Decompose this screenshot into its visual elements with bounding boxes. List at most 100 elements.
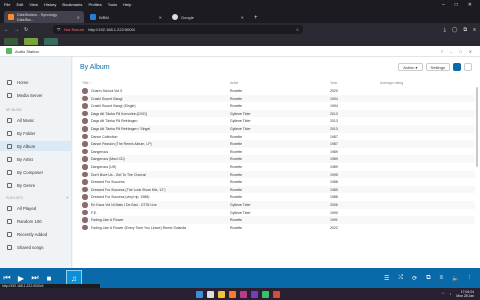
playlist-icon[interactable]: ≡: [439, 275, 443, 282]
repeat-icon[interactable]: ⟳: [412, 275, 417, 282]
table-row[interactable]: Dance Collection Roxette 1987: [80, 133, 475, 141]
tab-wbm[interactable]: WBM ✕: [86, 11, 166, 23]
table-row[interactable]: Dangerous (US) Roxette 1989: [80, 163, 475, 171]
stop-icon[interactable]: ■: [42, 274, 56, 283]
table-row[interactable]: Dressed For Success (The Look Show Mix, …: [80, 185, 475, 194]
menu-item[interactable]: Help: [123, 2, 131, 7]
start-icon[interactable]: [196, 290, 203, 298]
table-row[interactable]: Charm School Vol.3 Roxette 2020: [80, 87, 475, 95]
table-row[interactable]: Crash! Boom! Bang! Roxette 1994: [80, 94, 475, 103]
url-bar[interactable]: ⛉ Not Secure http://192.168.1.222:5000/ …: [53, 25, 304, 34]
menu-item[interactable]: File: [4, 2, 10, 7]
app-icon[interactable]: [273, 290, 280, 298]
app-icon[interactable]: [262, 290, 269, 298]
account-icon[interactable]: ◯: [452, 27, 458, 33]
sidebar-item-shared-songs[interactable]: Shared songs: [0, 242, 72, 252]
table-row[interactable]: Dangerous Roxette 1989: [80, 148, 475, 156]
back-icon[interactable]: ←: [4, 27, 9, 33]
search-icon[interactable]: [207, 290, 214, 298]
menu-item[interactable]: Bookmarks: [62, 2, 82, 7]
file-explorer-icon[interactable]: [218, 290, 225, 298]
close-tab-icon[interactable]: ✕: [159, 15, 162, 20]
close-icon[interactable]: ✕: [468, 2, 472, 8]
table-row[interactable]: Dags Att Tänka På Refrängen Gyllene Tider…: [80, 117, 475, 125]
minimize-icon[interactable]: –: [450, 49, 452, 54]
firefox-icon[interactable]: [229, 290, 236, 298]
menu-item[interactable]: History: [44, 2, 56, 7]
table-row[interactable]: Don't Bore Us - Get To The Chorus! Roxett…: [80, 170, 475, 179]
action-button[interactable]: Action ▾: [398, 63, 423, 71]
tab-diskstation[interactable]: DiskStation - Synology DiskSta... ✕: [4, 11, 84, 23]
list-view-icon[interactable]: [453, 63, 461, 71]
sidebar-item-by-composer[interactable]: By Composer: [0, 167, 72, 177]
help-icon[interactable]: ?: [441, 49, 443, 54]
sidebar-item-all-music[interactable]: All Music: [0, 115, 72, 125]
wifi-icon[interactable]: ◠: [442, 292, 445, 296]
menu-item[interactable]: Edit: [16, 2, 23, 7]
bookmark-icon[interactable]: [24, 37, 38, 45]
menu-item[interactable]: View: [29, 2, 38, 7]
add-playlist-icon[interactable]: +: [66, 195, 68, 200]
close-icon[interactable]: ✕: [469, 49, 472, 54]
bookmark-icon[interactable]: [44, 37, 58, 45]
previous-icon[interactable]: ⏮: [0, 273, 14, 283]
sidebar-section-header: MY MUSIC: [6, 108, 22, 112]
lyrics-icon[interactable]: ☰: [384, 275, 389, 282]
sidebar-item-random-100[interactable]: Random 100: [0, 216, 72, 226]
table-row[interactable]: Fading Like A Flower Roxette 1991: [80, 216, 475, 224]
app-menu-icon[interactable]: ≡: [473, 27, 476, 33]
table-row[interactable]: F.E. Gyllene Tider 1990: [80, 209, 475, 217]
menu-item[interactable]: Tools: [108, 2, 117, 7]
close-tab-icon[interactable]: ✕: [77, 15, 80, 20]
sidebar-item-all-played[interactable]: All Played: [0, 203, 72, 213]
play-icon[interactable]: ▶: [14, 274, 28, 283]
table-row[interactable]: Dressed For Success (vinyl rip, 1988) Rox…: [80, 193, 475, 201]
grid-view-icon[interactable]: [464, 63, 472, 71]
table-row[interactable]: En Kaos Vid Ni Mats I De Bad - GT25 Live…: [80, 201, 475, 209]
column-year[interactable]: Year: [330, 81, 337, 85]
table-row[interactable]: Dangerous (Maxi CD) Roxette 1989: [80, 155, 475, 163]
scrollbar[interactable]: [476, 87, 478, 167]
table-row[interactable]: Dressed For Success Roxette 1988: [80, 178, 475, 186]
table-row[interactable]: Dags Att Tänka På Refrängen / Singel Gyll…: [80, 125, 475, 133]
minimize-icon[interactable]: –: [442, 2, 445, 8]
app-icon[interactable]: [251, 290, 258, 298]
equalizer-icon[interactable]: ⫶: [468, 275, 470, 282]
app-icon[interactable]: [240, 290, 247, 298]
bookmark-star-icon[interactable]: ☆: [296, 27, 300, 32]
sidebar-item-by-genre[interactable]: By Genre: [0, 180, 72, 190]
sidebar-item-by-album[interactable]: By Album: [0, 141, 72, 151]
sidebar-item-by-folder[interactable]: By Folder: [0, 128, 72, 138]
table-row[interactable]: Fading Like A Flower (Every Time You Lea…: [80, 224, 475, 232]
table-row[interactable]: Dance Passion (The Remix Album, LP) Roxet…: [80, 140, 475, 148]
maximize-icon[interactable]: □: [459, 49, 461, 54]
sidebar-item-label: Recently Added: [17, 231, 48, 237]
column-artist[interactable]: Artist: [230, 81, 238, 85]
tab-google[interactable]: Google ✕: [168, 11, 248, 23]
extensions-icon[interactable]: ⧉: [464, 27, 468, 33]
volume-icon[interactable]: 🔈: [452, 275, 459, 282]
shuffle-icon[interactable]: ⤮: [398, 275, 403, 282]
folder-icon: [7, 130, 12, 136]
mini-player-icon[interactable]: ⧉: [426, 275, 430, 282]
close-tab-icon[interactable]: ✕: [241, 15, 244, 20]
reload-icon[interactable]: ↻: [24, 27, 28, 33]
maximize-icon[interactable]: □: [455, 2, 458, 8]
sidebar-item-recently-added[interactable]: Recently Added: [0, 229, 72, 239]
clock[interactable]: 17:04:24 Mon 28 Jan: [456, 290, 474, 298]
sidebar-item-by-artist[interactable]: By Artist: [0, 154, 72, 164]
forward-icon[interactable]: →: [14, 27, 19, 33]
settings-button[interactable]: Settings: [425, 63, 450, 71]
sidebar-item-media-server[interactable]: Media Server: [0, 90, 72, 100]
menu-item[interactable]: Profiles: [88, 2, 101, 7]
table-row[interactable]: Crash! Boom! Bang! (Single) Roxette 1994: [80, 102, 475, 110]
speaker-icon[interactable]: ♪: [450, 292, 452, 296]
column-title[interactable]: Title ↑: [82, 81, 91, 85]
next-icon[interactable]: ⏭: [28, 273, 42, 283]
new-tab-icon[interactable]: +: [250, 15, 262, 23]
bookmark-icon[interactable]: [4, 37, 18, 45]
downloads-icon[interactable]: ⤓: [444, 27, 446, 33]
column-rating[interactable]: Average rating: [380, 81, 403, 85]
table-row[interactable]: Dags Att Tänka På Konvolinn [DVD] Gyllene…: [80, 109, 475, 118]
sidebar-item-home[interactable]: Home: [0, 77, 72, 87]
